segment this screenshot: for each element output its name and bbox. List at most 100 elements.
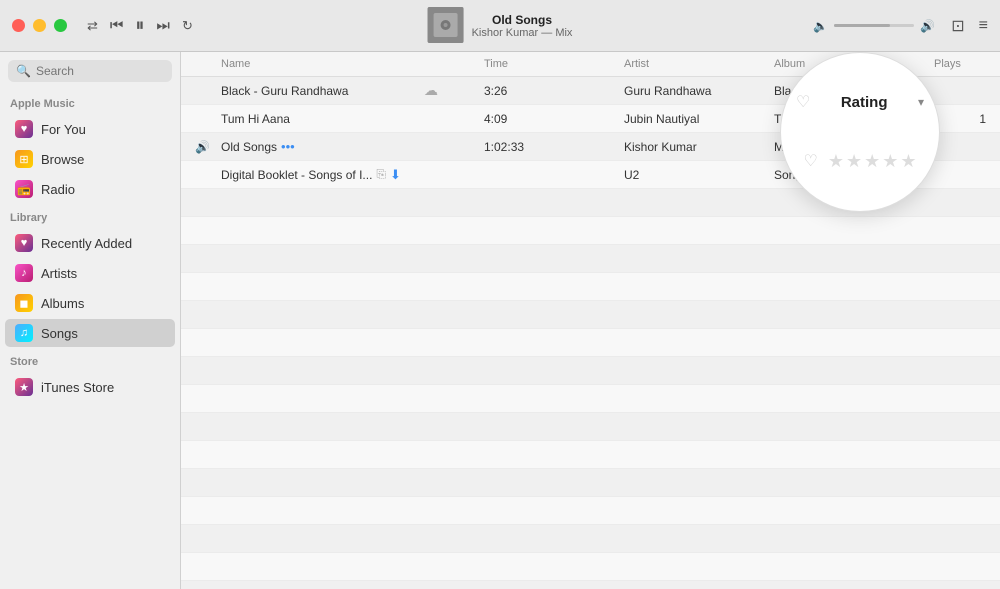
empty-row xyxy=(181,273,1000,301)
empty-row xyxy=(181,553,1000,581)
now-playing-title: Old Songs xyxy=(472,13,573,27)
header-indicator xyxy=(191,56,217,72)
header-cloud xyxy=(420,56,480,72)
search-icon: 🔍 xyxy=(16,64,31,78)
sidebar-item-albums[interactable]: ◼ Albums xyxy=(5,289,175,317)
empty-row xyxy=(181,581,1000,589)
sidebar-item-artists[interactable]: ♪ Artists xyxy=(5,259,175,287)
playback-controls: ⇄ ⏮ ⏸ ⏭ ↻ xyxy=(87,15,193,36)
row1-artist: Guru Randhawa xyxy=(620,84,770,98)
sidebar-item-browse[interactable]: ⊞ Browse xyxy=(5,145,175,173)
repeat-icon[interactable]: ↻ xyxy=(182,18,193,34)
empty-row xyxy=(181,245,1000,273)
empty-row xyxy=(181,217,1000,245)
rating-bottom-heart-icon[interactable]: ♡ xyxy=(803,151,817,171)
volume-area: 🔈 🔊 xyxy=(813,19,935,33)
songs-icon: ♫ xyxy=(15,324,33,342)
star-3[interactable]: ★ xyxy=(864,151,880,172)
search-input[interactable] xyxy=(36,64,164,78)
star-2[interactable]: ★ xyxy=(846,151,862,172)
rating-title: Rating xyxy=(810,94,918,111)
airplay-icon[interactable]: ⊡ xyxy=(951,16,964,36)
empty-row xyxy=(181,329,1000,357)
empty-row xyxy=(181,525,1000,553)
volume-low-icon: 🔈 xyxy=(813,19,828,33)
prev-icon[interactable]: ⏮ xyxy=(110,17,124,34)
header-plays: Plays xyxy=(930,56,990,72)
browse-icon: ⊞ xyxy=(15,150,33,168)
more-options-icon[interactable]: ••• xyxy=(281,139,295,154)
header-time: Time xyxy=(480,56,620,72)
empty-row xyxy=(181,385,1000,413)
row2-name: Tum Hi Aana xyxy=(217,112,420,126)
albums-label: Albums xyxy=(41,296,84,311)
now-playing: Old Songs Kishor Kumar — Mix xyxy=(428,7,573,45)
menu-icon[interactable]: ≡ xyxy=(979,17,988,35)
for-you-icon: ♥ xyxy=(15,120,33,138)
itunes-store-icon: ★ xyxy=(15,378,33,396)
artists-label: Artists xyxy=(41,266,77,281)
next-icon[interactable]: ⏭ xyxy=(156,17,170,34)
title-bar-right-icons: ⊡ ≡ xyxy=(951,16,988,36)
now-playing-subtitle: Kishor Kumar — Mix xyxy=(472,27,573,39)
empty-row xyxy=(181,357,1000,385)
close-button[interactable] xyxy=(12,19,25,32)
volume-slider[interactable] xyxy=(834,24,914,27)
content-area: Name Time Artist Album Genre Plays Black… xyxy=(181,52,1000,589)
empty-row xyxy=(181,497,1000,525)
volume-high-icon: 🔊 xyxy=(920,19,935,33)
itunes-store-label: iTunes Store xyxy=(41,380,114,395)
header-artist: Artist xyxy=(620,56,770,72)
rating-chevron-icon[interactable]: ▾ xyxy=(918,95,924,109)
empty-row xyxy=(181,469,1000,497)
rating-header: ♡ Rating ▾ xyxy=(796,92,924,112)
sidebar-section-apple-music: Apple Music xyxy=(0,90,180,114)
window-controls xyxy=(12,19,67,32)
empty-row xyxy=(181,301,1000,329)
play-pause-icon[interactable]: ⏸ xyxy=(135,15,144,36)
sidebar-item-songs[interactable]: ♫ Songs xyxy=(5,319,175,347)
row3-artist: Kishor Kumar xyxy=(620,140,770,154)
artists-icon: ♪ xyxy=(15,264,33,282)
recently-added-icon: ♥ xyxy=(15,234,33,252)
star-5[interactable]: ★ xyxy=(900,151,916,172)
header-name: Name xyxy=(217,56,420,72)
row1-name: Black - Guru Randhawa xyxy=(217,84,420,98)
empty-row xyxy=(181,413,1000,441)
row3-name: Old Songs ••• xyxy=(217,139,420,154)
sidebar-item-itunes-store[interactable]: ★ iTunes Store xyxy=(5,373,175,401)
title-bar: ⇄ ⏮ ⏸ ⏭ ↻ Old Songs Kishor Kumar — Mix 🔈 xyxy=(0,0,1000,52)
row3-time: 1:02:33 xyxy=(480,140,620,154)
songs-label: Songs xyxy=(41,326,78,341)
rating-heart-icon[interactable]: ♡ xyxy=(796,92,810,112)
sidebar: 🔍 Apple Music ♥ For You ⊞ Browse 📻 Radio… xyxy=(0,52,181,589)
sidebar-section-library: Library xyxy=(0,204,180,228)
for-you-label: For You xyxy=(41,122,86,137)
radio-label: Radio xyxy=(41,182,75,197)
search-bar[interactable]: 🔍 xyxy=(8,60,172,82)
shuffle-icon[interactable]: ⇄ xyxy=(87,18,98,34)
radio-icon: 📻 xyxy=(15,180,33,198)
albums-icon: ◼ xyxy=(15,294,33,312)
sidebar-item-radio[interactable]: 📻 Radio xyxy=(5,175,175,203)
row1-time: 3:26 xyxy=(480,84,620,98)
cloud-icon: ☁ xyxy=(424,82,438,98)
rating-stars-row: ♡ ★ ★ ★ ★ ★ xyxy=(803,151,916,172)
sidebar-item-for-you[interactable]: ♥ For You xyxy=(5,115,175,143)
row2-artist: Jubin Nautiyal xyxy=(620,112,770,126)
now-playing-art xyxy=(428,7,464,43)
star-4[interactable]: ★ xyxy=(882,151,898,172)
sidebar-section-store: Store xyxy=(0,348,180,372)
download-icon[interactable]: ⬇ xyxy=(390,167,401,183)
row3-indicator: 🔊 xyxy=(191,140,217,154)
browse-label: Browse xyxy=(41,152,84,167)
booklet-copy-icon: ⎘ xyxy=(376,167,386,182)
minimize-button[interactable] xyxy=(33,19,46,32)
main-layout: 🔍 Apple Music ♥ For You ⊞ Browse 📻 Radio… xyxy=(0,52,1000,589)
recently-added-label: Recently Added xyxy=(41,236,132,251)
rating-popup: ♡ Rating ▾ ♡ ★ ★ ★ ★ ★ xyxy=(780,52,940,212)
sidebar-item-recently-added[interactable]: ♥ Recently Added xyxy=(5,229,175,257)
maximize-button[interactable] xyxy=(54,19,67,32)
star-1[interactable]: ★ xyxy=(828,151,844,172)
speaker-icon: 🔊 xyxy=(195,140,210,154)
